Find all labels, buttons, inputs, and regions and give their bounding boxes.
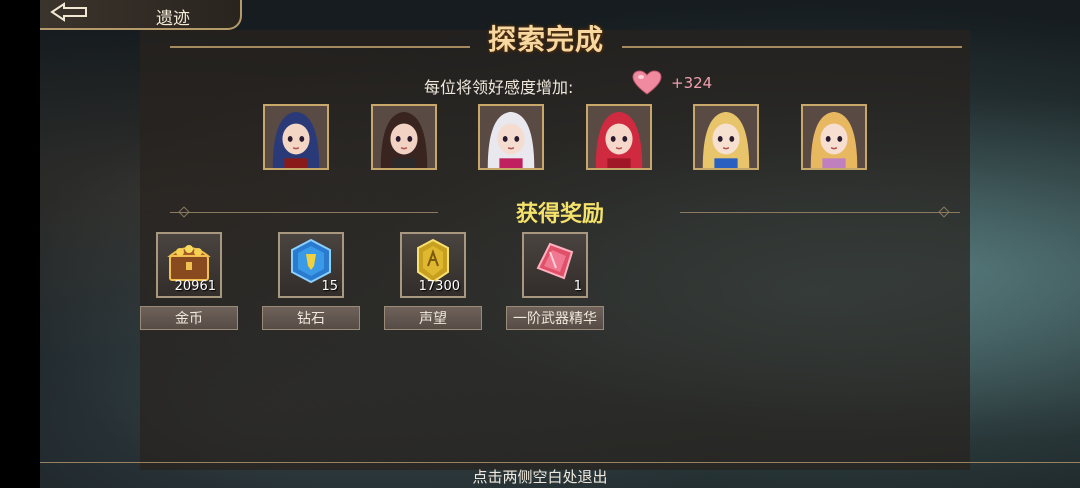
title-right-line (622, 46, 962, 48)
character-portrait-5 (693, 104, 759, 170)
title-banner: 探索完成 (478, 18, 614, 58)
reward-label-gold: 金币 (140, 306, 238, 330)
page-title: 探索完成 (487, 23, 604, 56)
reward-item-reputation[interactable]: 17300 (400, 232, 466, 298)
reward-item-gold[interactable]: 20961 (156, 232, 222, 298)
reward-count: 15 (321, 279, 338, 294)
character-portrait-1 (263, 104, 329, 170)
diamond-crystal-icon (291, 238, 331, 284)
character-portrait-2 (371, 104, 437, 170)
title-left-line (170, 46, 470, 48)
rewards-title: 获得奖励 (515, 202, 604, 227)
reward-label-weapon-essence: 一阶武器精华 (506, 306, 604, 330)
affinity-label: 每位将领好感度增加: (424, 78, 574, 97)
reward-count: 20961 (174, 279, 216, 294)
character-portrait-3 (478, 104, 544, 170)
character-portrait-6 (801, 104, 867, 170)
reward-left-divider (170, 212, 438, 213)
reward-count: 17300 (418, 279, 460, 294)
reward-item-weapon-essence[interactable]: 1 (522, 232, 588, 298)
heart-icon (632, 70, 662, 96)
affinity-value: +324 (671, 74, 713, 92)
back-arrow-icon[interactable] (46, 2, 90, 22)
reward-label-diamond: 钻石 (262, 306, 360, 330)
back-button-label: 遗迹 (156, 9, 190, 29)
left-black-bar (0, 0, 40, 488)
reputation-medal-icon (417, 238, 449, 284)
weapon-essence-crystal-icon (536, 242, 574, 280)
reward-item-diamond[interactable]: 15 (278, 232, 344, 298)
character-portrait-4 (586, 104, 652, 170)
reward-right-divider (680, 212, 960, 213)
bottom-divider (40, 462, 1080, 463)
reward-count: 1 (573, 279, 582, 294)
treasure-chest-icon (167, 245, 211, 281)
exit-hint: 点击两侧空白处退出 (472, 468, 608, 486)
reward-label-reputation: 声望 (384, 306, 482, 330)
